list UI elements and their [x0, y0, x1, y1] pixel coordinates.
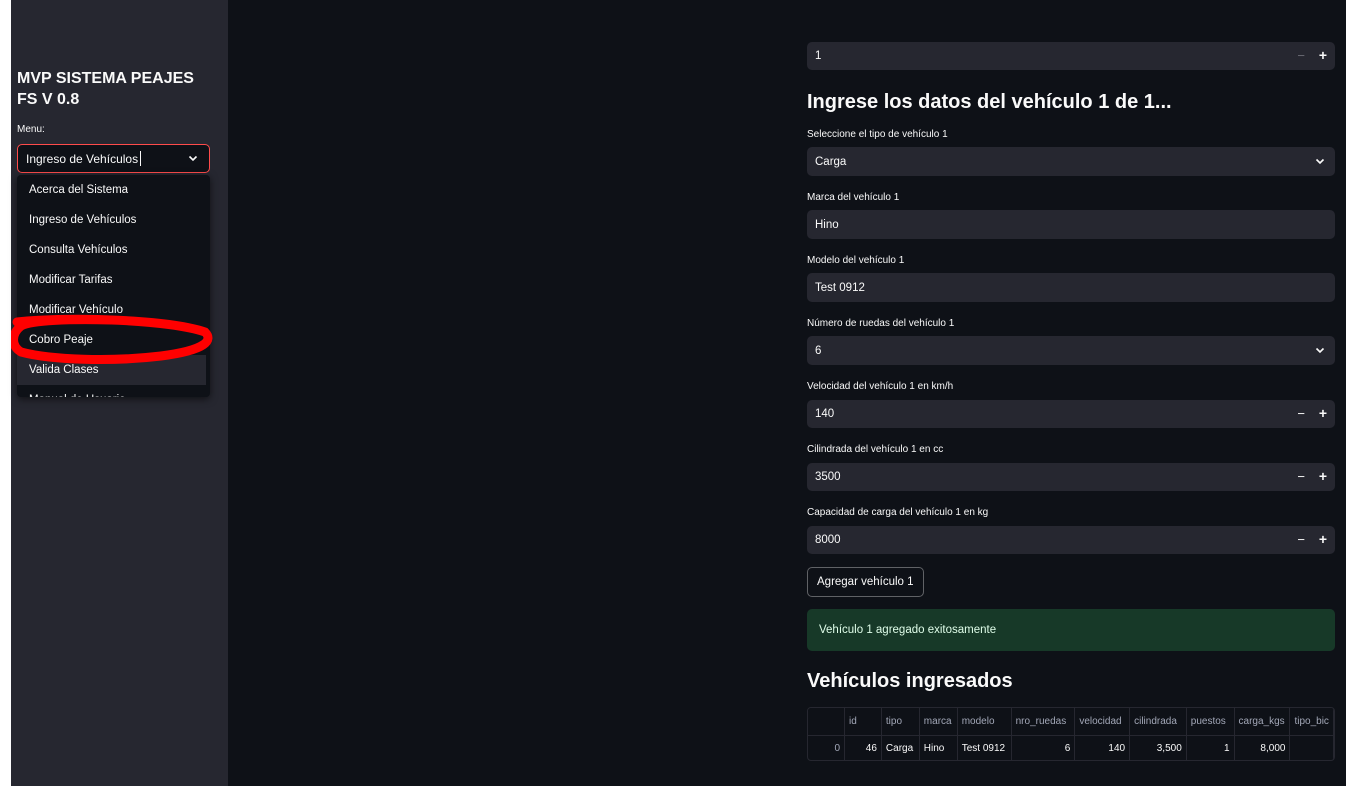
- increment-button[interactable]: +: [1319, 468, 1327, 484]
- column-header-index[interactable]: [808, 708, 846, 736]
- column-header-modelo[interactable]: modelo: [957, 708, 1012, 736]
- decrement-button[interactable]: −: [1297, 469, 1305, 484]
- menu-option-manual[interactable]: Manual de Usuario: [17, 385, 210, 397]
- marca-value: Hino: [815, 218, 839, 231]
- velocidad-value: 140: [815, 408, 835, 420]
- cell-tipo-bic[interactable]: [1289, 735, 1334, 760]
- column-header-carga-kgs[interactable]: carga_kgs: [1234, 708, 1291, 736]
- sidebar: MVP SISTEMA PEAJES FS V 0.8 Menu: Ingres…: [11, 0, 228, 786]
- app: MVP SISTEMA PEAJES FS V 0.8 Menu: Ingres…: [11, 0, 1346, 786]
- vehicles-table[interactable]: id tipo marca modelo nro_ruedas velocida…: [807, 707, 1335, 761]
- menu-option-tarifas[interactable]: Modificar Tarifas: [17, 265, 210, 295]
- cell-cilindrada[interactable]: 3,500: [1129, 735, 1187, 760]
- column-header-puestos[interactable]: puestos: [1186, 708, 1235, 736]
- chevron-down-icon: [188, 155, 198, 162]
- menu-select-value: Ingreso de Vehículos: [26, 151, 139, 166]
- modelo-value: Test 0912: [815, 281, 865, 294]
- ruedas-value: 6: [815, 344, 822, 357]
- decrement-button[interactable]: −: [1297, 406, 1305, 421]
- cell-velocidad[interactable]: 140: [1074, 735, 1131, 760]
- column-header-cilindrada[interactable]: cilindrada: [1129, 708, 1187, 736]
- vehicle-count-input[interactable]: 1 − +: [807, 42, 1335, 70]
- cilindrada-label: Cilindrada del vehículo 1 en cc: [807, 444, 944, 455]
- menu-option-ingreso[interactable]: Ingreso de Vehículos: [17, 205, 210, 235]
- table-header-row: id tipo marca modelo nro_ruedas velocida…: [808, 708, 1334, 736]
- menu-dropdown: Acerca del Sistema Ingreso de Vehículos …: [17, 175, 210, 397]
- ruedas-label: Número de ruedas del vehículo 1: [807, 318, 955, 329]
- tipo-select[interactable]: Carga: [807, 147, 1335, 176]
- table-heading: Vehículos ingresados: [807, 670, 1013, 692]
- velocidad-input[interactable]: 140 − +: [807, 400, 1335, 428]
- cell-carga-kgs[interactable]: 8,000: [1234, 735, 1291, 760]
- increment-button[interactable]: +: [1319, 531, 1327, 547]
- carga-value: 8000: [815, 534, 841, 546]
- vehicle-count-value: 1: [815, 50, 822, 62]
- cell-puestos[interactable]: 1: [1186, 735, 1235, 760]
- tipo-value: Carga: [815, 155, 847, 168]
- velocidad-label: Velocidad del vehículo 1 en km/h: [807, 381, 954, 392]
- cell-marca[interactable]: Hino: [919, 735, 958, 760]
- menu-option-valida-clases[interactable]: Valida Clases: [17, 355, 206, 385]
- chevron-down-icon: [1315, 347, 1325, 354]
- cell-index[interactable]: 0: [808, 735, 846, 760]
- increment-button[interactable]: +: [1319, 47, 1327, 63]
- marca-input[interactable]: Hino: [807, 210, 1335, 239]
- ruedas-select[interactable]: 6: [807, 336, 1335, 365]
- success-message: Vehículo 1 agregado exitosamente: [819, 624, 997, 636]
- cilindrada-value: 3500: [815, 471, 841, 483]
- marca-label: Marca del vehículo 1: [807, 192, 900, 203]
- menu-option-acerca[interactable]: Acerca del Sistema: [17, 175, 210, 205]
- increment-button[interactable]: +: [1319, 405, 1327, 421]
- decrement-button[interactable]: −: [1297, 48, 1305, 63]
- app-title: MVP SISTEMA PEAJES FS V 0.8: [17, 70, 194, 108]
- success-alert: Vehículo 1 agregado exitosamente: [807, 609, 1335, 651]
- cilindrada-input[interactable]: 3500 − +: [807, 463, 1335, 491]
- tipo-label: Seleccione el tipo de vehículo 1: [807, 129, 948, 140]
- menu-option-modificar-vehiculo[interactable]: Modificar Vehículo: [17, 295, 210, 325]
- menu-select[interactable]: Ingreso de Vehículos: [17, 144, 210, 173]
- modelo-input[interactable]: Test 0912: [807, 273, 1335, 302]
- add-vehicle-button[interactable]: Agregar vehículo 1: [807, 567, 924, 597]
- menu-label: Menu:: [17, 124, 45, 135]
- text-cursor: [140, 151, 142, 166]
- decrement-button[interactable]: −: [1297, 532, 1305, 547]
- column-header-tipo[interactable]: tipo: [881, 708, 920, 736]
- column-header-nro-ruedas[interactable]: nro_ruedas: [1011, 708, 1076, 736]
- form-heading: Ingrese los datos del vehículo 1 de 1...: [807, 91, 1172, 113]
- cell-tipo[interactable]: Carga: [881, 735, 920, 760]
- cell-nro-ruedas[interactable]: 6: [1011, 735, 1076, 760]
- table-row[interactable]: 0 46 Carga Hino Test 0912 6 140 3,500 1 …: [808, 735, 1334, 760]
- carga-label: Capacidad de carga del vehículo 1 en kg: [807, 507, 989, 518]
- menu-option-cobro-peaje[interactable]: Cobro Peaje: [17, 325, 210, 355]
- modelo-label: Modelo del vehículo 1: [807, 255, 905, 266]
- chevron-down-icon: [1315, 158, 1325, 165]
- column-header-marca[interactable]: marca: [919, 708, 958, 736]
- column-header-tipo-bic[interactable]: tipo_bic: [1289, 708, 1334, 736]
- carga-input[interactable]: 8000 − +: [807, 526, 1335, 554]
- menu-option-consulta[interactable]: Consulta Vehículos: [17, 235, 210, 265]
- column-header-id[interactable]: id: [844, 708, 882, 736]
- cell-modelo[interactable]: Test 0912: [957, 735, 1012, 760]
- cell-id[interactable]: 46: [844, 735, 882, 760]
- column-header-velocidad[interactable]: velocidad: [1074, 708, 1131, 736]
